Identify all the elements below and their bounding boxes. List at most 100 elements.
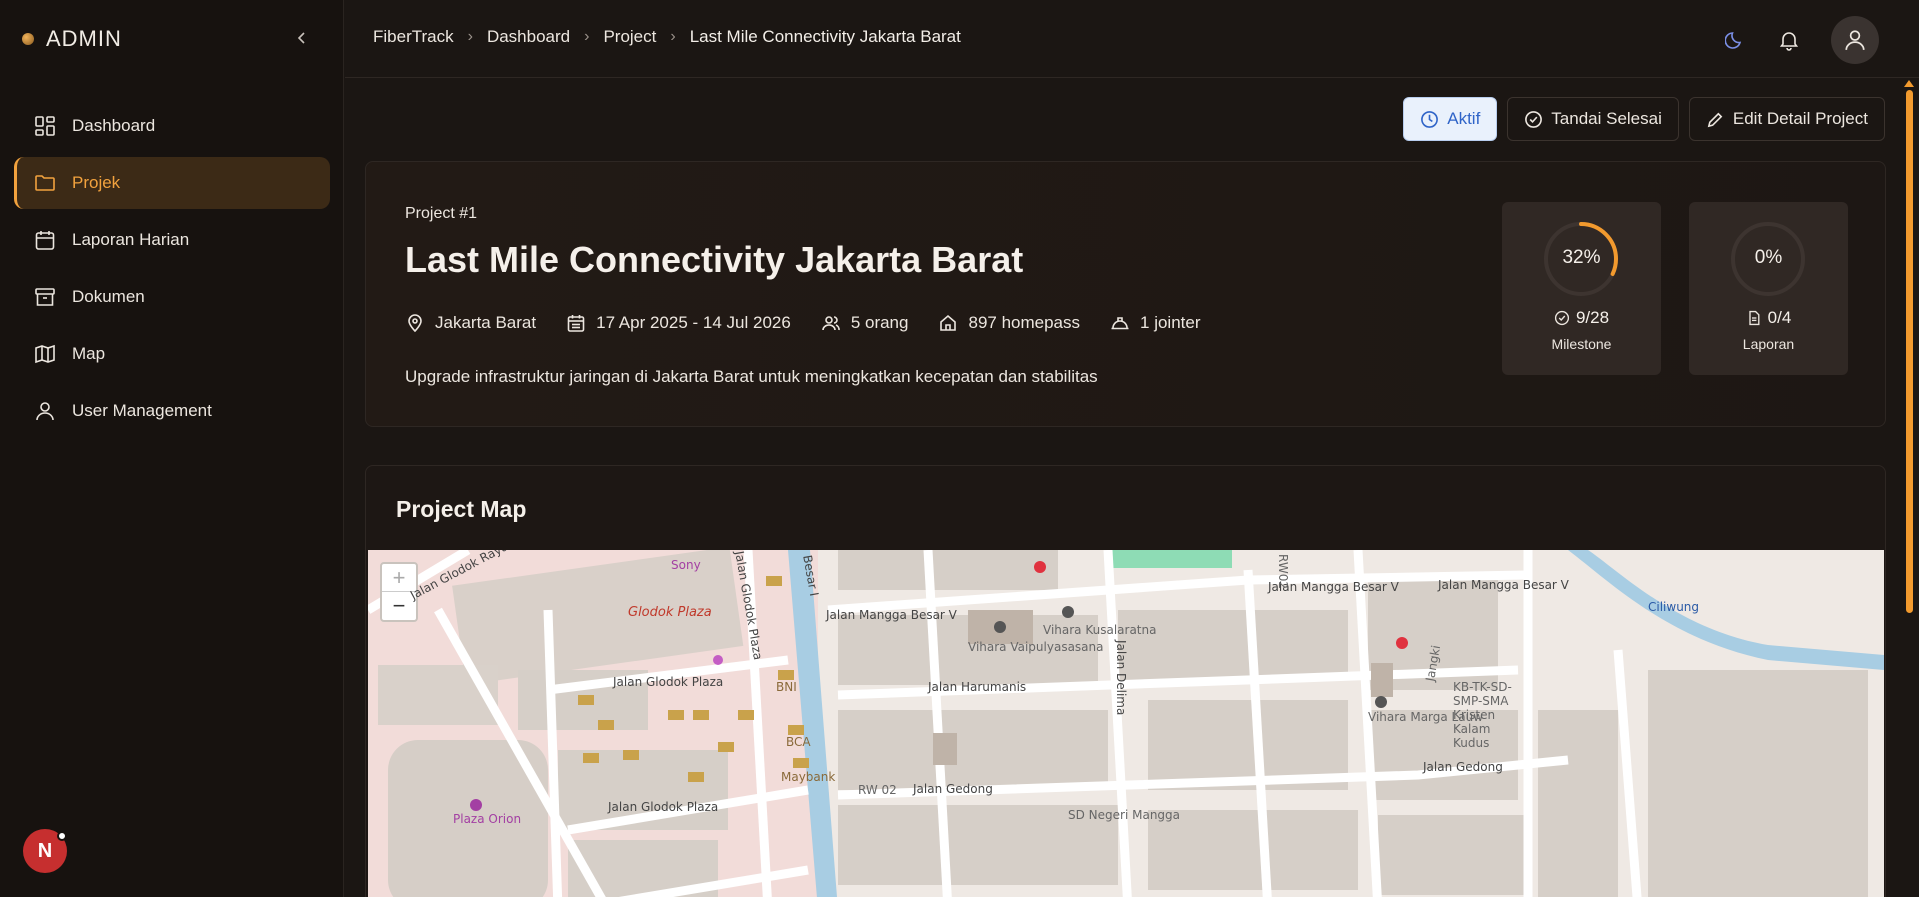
user-menu-button[interactable] [1831, 16, 1879, 64]
map-icon [35, 344, 55, 364]
sidebar-item-map[interactable]: Map [14, 328, 330, 380]
project-title: Last Mile Connectivity Jakarta Barat [405, 239, 1024, 280]
breadcrumb-fibertrack[interactable]: FiberTrack [373, 27, 454, 47]
calendar-icon [35, 231, 55, 250]
brand-name: ADMIN [46, 26, 122, 51]
milestone-label: Milestone [1551, 336, 1612, 352]
collapse-sidebar-button[interactable] [292, 28, 312, 48]
home-icon [940, 314, 957, 331]
map-label: BCA [786, 735, 811, 749]
map-label: Glodok Plaza [628, 605, 712, 620]
sidebar-item-dokumen[interactable]: Dokumen [14, 271, 330, 323]
map-label: BNI [776, 680, 797, 694]
map-label: Sony [671, 558, 701, 572]
bell-icon [1779, 32, 1799, 51]
map-label: Jalan Glodok Plaza [613, 675, 724, 689]
map-label: KB-TK-SD-SMP-SMA Kristen Kalam Kudus [1453, 680, 1512, 750]
scroll-up-arrow-icon[interactable] [1904, 80, 1914, 87]
file-icon [1748, 310, 1760, 326]
map-label: RW02 [1276, 554, 1290, 589]
project-summary-card: Project #1 Last Mile Connectivity Jakart… [365, 161, 1886, 427]
laporan-count: 0/4 [1689, 308, 1848, 328]
project-actions: Aktif Tandai Selesai Edit Detail Project [1403, 97, 1885, 141]
map-label: Jalan Mangga Besar V [1438, 578, 1569, 592]
project-map-card: Project Map + − Sony Glodok Plaza Jalan … [365, 465, 1886, 897]
map-label: Vihara Kusalaratna [1043, 623, 1157, 637]
dates-text: 17 Apr 2025 - 14 Jul 2026 [596, 313, 791, 332]
map-label: Jalan Glodok Plaza [608, 800, 719, 814]
hard-hat-icon [1111, 317, 1129, 330]
notifications-button[interactable] [1777, 28, 1801, 52]
laporan-percent: 0% [1754, 247, 1783, 268]
pencil-icon [1707, 112, 1723, 127]
meta-team: 5 orang [821, 313, 909, 333]
project-description: Upgrade infrastruktur jaringan di Jakart… [405, 367, 1098, 386]
laporan-label: Laporan [1742, 336, 1795, 352]
user-icon [36, 402, 54, 421]
milestone-count: 9/28 [1502, 308, 1661, 328]
chevron-right-icon: › [467, 28, 473, 45]
page-scrollbar[interactable] [1904, 80, 1914, 897]
sidebar-item-label: Map [72, 344, 106, 363]
map-pin-icon [408, 314, 422, 333]
project-number: Project #1 [405, 205, 478, 222]
sidebar-item-projek[interactable]: Projek [14, 157, 330, 209]
sidebar-item-dashboard[interactable]: Dashboard [14, 100, 330, 152]
mark-done-label: Tandai Selesai [1551, 109, 1662, 128]
map-label: Vihara Vaipulyasasana [968, 640, 1104, 654]
map-label: Jalan Harumanis [928, 680, 1027, 694]
sidebar-item-user-management[interactable]: User Management [14, 385, 330, 437]
map-label: RW 02 [858, 783, 897, 797]
dashboard-icon [35, 116, 55, 136]
sidebar-item-label: Projek [72, 173, 121, 192]
team-text: 5 orang [850, 313, 909, 332]
check-circle-icon [1525, 110, 1543, 128]
map-label: Maybank [781, 770, 836, 784]
meta-homepass: 897 homepass [938, 313, 1080, 333]
location-text: Jakarta Barat [435, 313, 537, 332]
map-label: Jalan Gedong [1423, 760, 1503, 774]
brand-logo-icon [22, 33, 34, 45]
project-meta: Jakarta Barat 17 Apr 2025 - 14 Jul 2026 … [405, 313, 1201, 333]
map-label: Ciliwung [1648, 600, 1700, 614]
breadcrumb-dashboard[interactable]: Dashboard [487, 27, 570, 47]
meta-dates: 17 Apr 2025 - 14 Jul 2026 [566, 313, 791, 333]
archive-icon [35, 288, 55, 306]
scroll-thumb[interactable] [1906, 90, 1913, 613]
avatar-initial: N [37, 839, 53, 862]
map-label: Jalan Gedong [913, 782, 993, 796]
user-icon [1845, 30, 1865, 50]
chevron-right-icon: › [670, 28, 676, 45]
map-label: Plaza Orion [453, 812, 522, 826]
sidebar: ADMIN Dashboard Projek Laporan Harian Do… [0, 0, 344, 897]
chevron-left-icon [297, 32, 305, 44]
moon-icon [1725, 32, 1742, 49]
milestone-stat: 32% 9/28 Milestone [1502, 202, 1661, 375]
meta-jointer: 1 jointer [1110, 313, 1201, 333]
status-dot [57, 831, 67, 841]
check-circle-icon [1554, 310, 1570, 326]
mark-done-button[interactable]: Tandai Selesai [1507, 97, 1679, 141]
notion-avatar-button[interactable]: N [23, 829, 67, 873]
chevron-right-icon: › [584, 28, 590, 45]
folder-icon [35, 175, 55, 191]
milestone-count-text: 9/28 [1575, 308, 1610, 327]
laporan-stat: 0% 0/4 Laporan [1689, 202, 1848, 375]
theme-toggle-button[interactable] [1723, 28, 1747, 52]
breadcrumb: FiberTrack › Dashboard › Project › Last … [373, 27, 961, 47]
sidebar-item-label: Dashboard [72, 116, 156, 135]
sidebar-nav: Dashboard Projek Laporan Harian Dokumen … [14, 100, 330, 442]
milestone-percent: 32% [1562, 247, 1601, 268]
map-label: SD Negeri Mangga [1068, 808, 1181, 822]
users-icon [822, 316, 840, 331]
edit-project-button[interactable]: Edit Detail Project [1688, 97, 1885, 141]
status-aktif-button[interactable]: Aktif [1403, 97, 1498, 141]
breadcrumb-project[interactable]: Project [603, 27, 656, 47]
sidebar-item-label: Dokumen [72, 287, 145, 306]
brand: ADMIN [22, 26, 122, 52]
top-icons [1723, 16, 1879, 64]
jointer-text: 1 jointer [1140, 313, 1201, 332]
project-map[interactable]: + − Sony Glodok Plaza Jalan Glodok Plaza… [368, 550, 1884, 897]
sidebar-item-laporan-harian[interactable]: Laporan Harian [14, 214, 330, 266]
sidebar-item-label: Laporan Harian [72, 230, 190, 249]
